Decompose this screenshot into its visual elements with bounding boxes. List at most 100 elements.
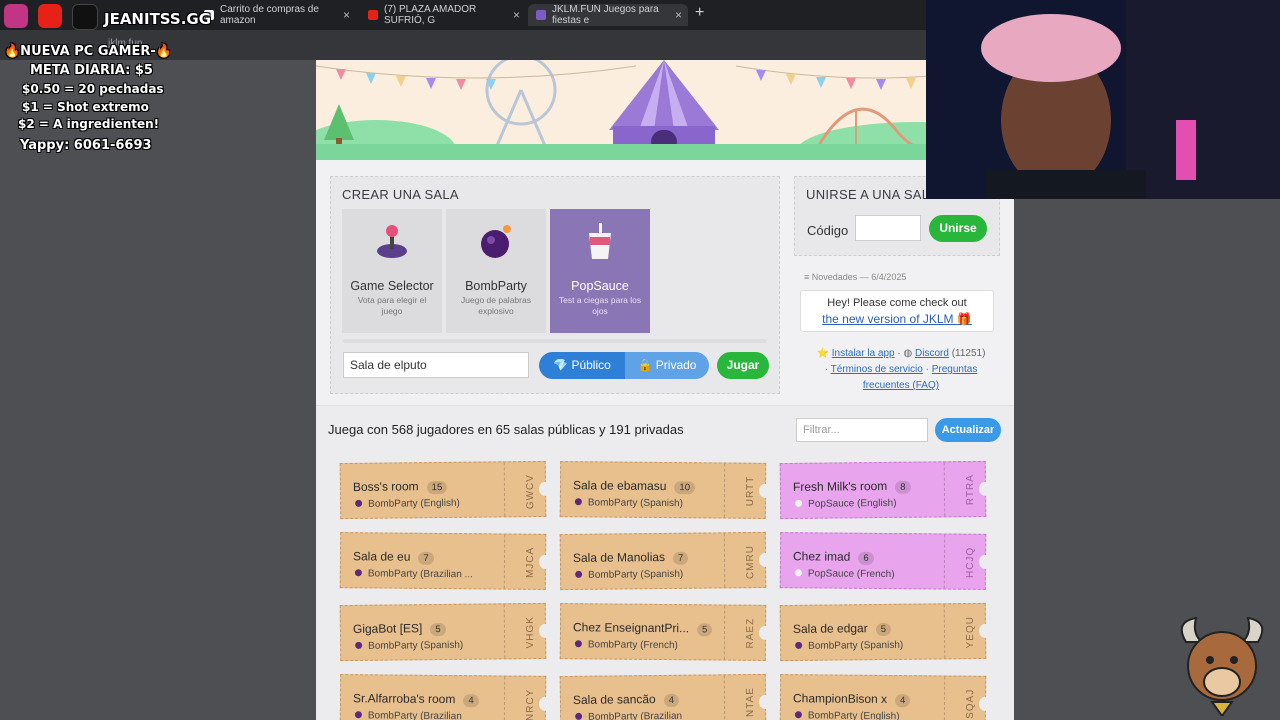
drink-cup-icon — [589, 223, 611, 259]
overlay-line: Yappy: 6061-6693 — [20, 138, 152, 153]
new-tab-button[interactable]: + — [695, 4, 704, 22]
room-game: BombParty (French) — [574, 639, 678, 651]
close-tab-icon[interactable]: × — [513, 8, 520, 22]
game-option-game-selector[interactable]: Game Selector Vota para elegir el juego — [342, 209, 442, 333]
filter-input[interactable]: Filtrar... — [796, 418, 928, 442]
create-room-panel: CREAR UNA SALA Game Selector Vota para e… — [330, 176, 780, 394]
room-code: HCJQ — [964, 546, 977, 579]
room-game-text: BombParty (Spanish) — [587, 497, 683, 510]
game-dot-icon — [355, 641, 363, 649]
room-game-text: BombParty (Brazilian — [367, 710, 462, 720]
news-text: Hey! Please come check out — [827, 297, 967, 309]
room-name: Sala de eu 7 — [353, 549, 434, 565]
game-description: Vota para elegir el juego — [357, 295, 427, 316]
faq-link-cont[interactable]: frecuentes (FAQ) — [863, 380, 939, 391]
game-name: BombParty — [465, 279, 527, 293]
tab-title: Carrito de compras de amazon — [220, 4, 319, 26]
room-name: Sala de Manolias 7 — [573, 550, 689, 566]
news-header: ≡ Novedades — 6/4/2025 — [804, 272, 907, 282]
game-dot-icon — [575, 570, 583, 578]
room-name-text: Sala de eu — [352, 549, 411, 564]
room-ticket[interactable]: GigaBot [ES] 5 BombParty (Spanish) VHGK — [339, 602, 552, 662]
game-option-bombparty[interactable]: BombParty Juego de palabras explosivo — [446, 209, 546, 333]
public-option[interactable]: 💎 Público — [539, 352, 625, 379]
stream-overlay: JEANITSS.GG 🔥NUEVA PC GAMER-🔥 META DIARI… — [0, 0, 211, 160]
game-dot-icon — [355, 499, 363, 507]
visibility-toggle[interactable]: 💎 Público 🔒 Privado — [539, 352, 709, 379]
room-game: BombParty (English) — [794, 710, 900, 720]
joystick-icon — [377, 225, 407, 258]
play-button[interactable]: Jugar — [717, 352, 769, 379]
room-code: RAEZ — [744, 617, 757, 649]
goat-mascot-icon — [1180, 616, 1264, 716]
youtube-favicon-icon — [368, 10, 378, 20]
room-name-text: Sr.Alfarroba's room — [352, 691, 456, 707]
room-ticket[interactable]: Sr.Alfarroba's room 4 BombParty (Brazilian… — [339, 674, 552, 720]
install-app-link[interactable]: Instalar la app — [832, 348, 895, 359]
overlay-line: $1 = Shot extremo — [22, 100, 149, 114]
game-option-popsauce[interactable]: PopSauce Test a ciegas para los ojos — [550, 209, 650, 333]
room-ticket[interactable]: Sala de Manolias 7 BombParty (Spanish) CMRU — [559, 531, 772, 591]
jklm-site: CREAR UNA SALA Game Selector Vota para e… — [316, 60, 1014, 720]
game-dot-icon — [795, 641, 803, 649]
footer-links: ⭐ Instalar la app · ◍ Discord (11251) · … — [816, 348, 986, 391]
room-game-text: BombParty (English) — [807, 710, 900, 720]
tab-jklm[interactable]: JKLM.FUN Juegos para fiestas e × — [528, 4, 688, 26]
room-ticket[interactable]: Chez EnseignantPri... 5 BombParty (French)… — [559, 603, 772, 661]
player-count-badge: 7 — [672, 551, 689, 565]
game-description: Test a ciegas para los ojos — [558, 295, 642, 316]
ticket-notch — [758, 483, 772, 498]
private-option[interactable]: 🔒 Privado — [625, 352, 709, 379]
close-tab-icon[interactable]: × — [343, 8, 350, 22]
webcam-overlay — [926, 0, 1280, 199]
room-ticket[interactable]: Fresh Milk's room 8 PopSauce (English) RTRA — [779, 460, 992, 520]
room-game-text: BombParty (Spanish) — [808, 639, 904, 652]
room-code: NRCY — [524, 688, 537, 720]
game-name: PopSauce — [571, 279, 629, 293]
room-game: BombParty (Brazilian — [354, 710, 462, 720]
discord-link[interactable]: Discord — [915, 348, 949, 359]
room-ticket[interactable]: Sala de eu 7 BombParty (Brazilian ... MJCA — [339, 532, 552, 590]
channel-name: JEANITSS.GG — [104, 10, 212, 28]
tab-youtube[interactable]: (7) PLAZA AMADOR SUFRIÓ, G × — [360, 4, 526, 26]
join-button[interactable]: Unirse — [929, 215, 987, 242]
room-name-input[interactable]: Sala de elputo — [343, 352, 529, 378]
terms-link[interactable]: Términos de servicio — [831, 364, 923, 375]
room-ticket[interactable]: Boss's room 15 BombParty (English) GWCV — [339, 460, 552, 520]
room-game-text: BombParty (Spanish) — [588, 568, 684, 581]
room-game: PopSauce (French) — [794, 568, 895, 580]
refresh-button[interactable]: Actualizar — [935, 418, 1001, 442]
room-name: Fresh Milk's room 8 — [793, 479, 911, 495]
overlay-line: 🔥NUEVA PC GAMER-🔥 — [4, 44, 173, 59]
player-count-badge: 4 — [463, 694, 479, 708]
room-ticket[interactable]: Sala de edgar 5 BombParty (Spanish) YEQU — [779, 602, 992, 662]
player-stats: Juega con 568 jugadores en 65 salas públ… — [328, 422, 684, 437]
tab-amazon-cart[interactable]: Carrito de compras de amazon × — [196, 4, 356, 26]
ticket-notch — [758, 625, 772, 640]
news-link[interactable]: the new version of JKLM 🎁 — [801, 312, 993, 326]
ticket-notch — [538, 696, 552, 711]
room-name-text: Sala de Manolias — [572, 549, 666, 565]
room-code: MJCA — [524, 546, 537, 579]
game-dot-icon — [574, 498, 582, 506]
room-code-input[interactable] — [855, 215, 921, 241]
room-name: Sala de edgar 5 — [793, 621, 892, 637]
overlay-line: $2 = A ingredienten! — [18, 117, 160, 131]
overlay-line: META DIARIA: $5 — [30, 63, 153, 78]
divider — [343, 339, 767, 343]
room-ticket[interactable]: Chez imad 6 PopSauce (French) HCJQ — [779, 532, 992, 590]
room-ticket[interactable]: ChampionBison x 4 BombParty (English) SQAJ — [779, 674, 992, 720]
room-name: Sala de ebamasu 10 — [573, 478, 696, 495]
room-name: Sala de sancão 4 — [573, 692, 680, 708]
room-ticket[interactable]: Sala de sancão 4 BombParty (Brazilian NTAE — [559, 673, 772, 720]
news-date: Novedades — 6/4/2025 — [811, 272, 907, 282]
room-ticket[interactable]: Sala de ebamasu 10 BombParty (Spanish) URTT — [559, 461, 772, 519]
faq-link[interactable]: Preguntas — [932, 364, 978, 375]
ticket-notch — [978, 623, 992, 638]
tab-title: JKLM.FUN Juegos para fiestas e — [552, 4, 659, 26]
public-label: Público — [571, 358, 611, 372]
room-game: BombParty (English) — [355, 498, 460, 510]
room-game-text: BombParty (Brazilian ... — [367, 568, 473, 581]
circus-tent-icon — [609, 60, 719, 154]
close-tab-icon[interactable]: × — [675, 8, 682, 22]
